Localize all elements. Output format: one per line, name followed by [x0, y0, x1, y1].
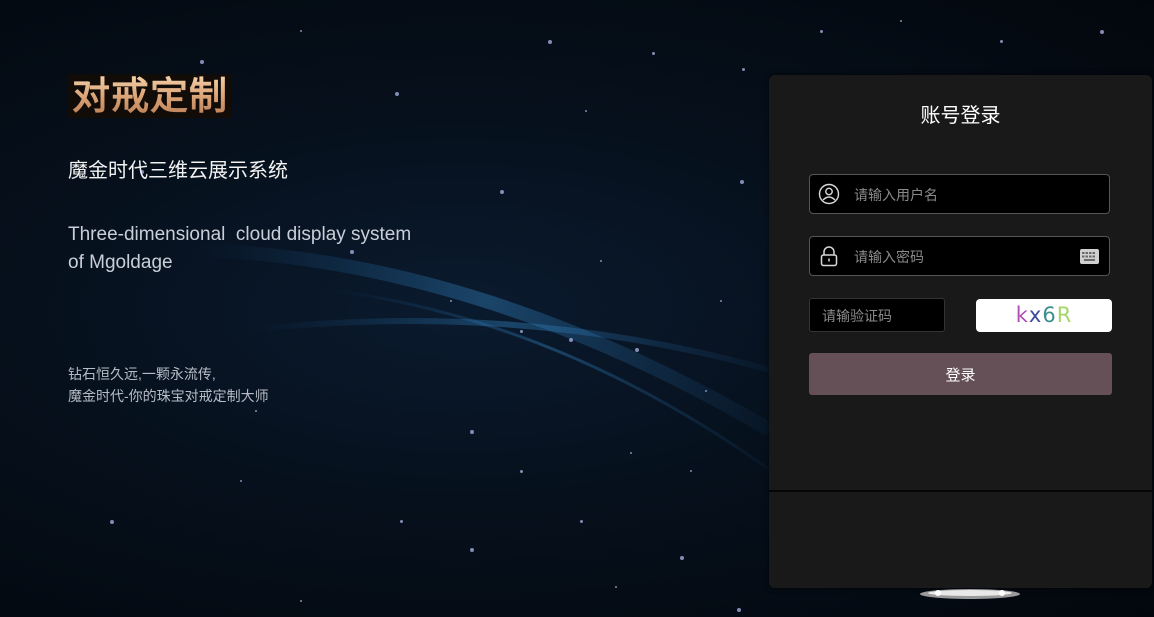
brand-logo: 对戒定制	[68, 74, 233, 118]
star-dot	[548, 40, 552, 44]
star-dot	[652, 52, 655, 55]
captcha-input[interactable]	[820, 299, 942, 333]
captcha-char: x	[1028, 303, 1043, 327]
hero-section: 对戒定制 魔金时代三维云展示系统 Three-dimensional cloud…	[68, 74, 468, 407]
star-dot	[820, 30, 823, 33]
star-dot	[240, 480, 242, 482]
slogan: 钻石恒久远,一颗永流传, 魔金时代-你的珠宝对戒定制大师	[68, 363, 468, 407]
star-dot	[500, 190, 504, 194]
username-input[interactable]	[852, 175, 1076, 215]
star-dot	[740, 180, 744, 184]
star-dot	[470, 430, 474, 434]
captcha-image[interactable]: kx6R	[976, 299, 1112, 332]
panel-divider	[769, 490, 1152, 492]
slogan-line2: 魔金时代-你的珠宝对戒定制大师	[68, 388, 269, 404]
system-subtitle: 魔金时代三维云展示系统	[68, 160, 288, 182]
star-dot	[615, 586, 617, 588]
captcha-char: 6	[1042, 303, 1057, 327]
star-dot	[680, 556, 684, 560]
password-input[interactable]	[852, 237, 1076, 277]
star-dot	[200, 60, 204, 64]
slogan-line1: 钻石恒久远,一颗永流传,	[68, 366, 216, 382]
lock-icon	[820, 246, 838, 267]
brand-logo-text: 对戒定制	[68, 74, 232, 118]
login-panel: 账号登录 kx6R 登录	[769, 75, 1152, 588]
user-icon	[818, 183, 840, 205]
star-dot	[690, 470, 692, 472]
star-dot	[470, 548, 474, 552]
star-dot	[520, 470, 523, 473]
star-dot	[742, 68, 745, 71]
english-description-line1: Three-dimensional cloud display system	[68, 224, 412, 245]
star-dot	[600, 260, 602, 262]
english-description-line2: of Mgoldage	[68, 252, 173, 273]
star-dot	[255, 410, 257, 412]
login-title: 账号登录	[920, 105, 1001, 127]
star-dot	[300, 30, 302, 32]
password-field[interactable]	[809, 236, 1110, 277]
english-description: Three-dimensional cloud display system o…	[68, 221, 438, 277]
star-dot	[1000, 40, 1003, 43]
star-dot	[635, 348, 639, 352]
star-dot	[580, 520, 583, 523]
star-dot	[400, 520, 403, 523]
keyboard-icon[interactable]	[1080, 249, 1099, 264]
star-dot	[1100, 30, 1104, 34]
username-field[interactable]	[809, 174, 1110, 215]
star-dot	[110, 520, 114, 524]
star-dot	[720, 300, 722, 302]
star-dot	[705, 390, 707, 392]
captcha-field[interactable]	[809, 298, 945, 333]
star-dot	[520, 330, 523, 333]
star-dot	[737, 608, 741, 612]
star-dot	[585, 110, 587, 112]
captcha-char: R	[1056, 303, 1073, 327]
login-button[interactable]: 登录	[809, 353, 1112, 395]
ring-jewel-decoration	[920, 589, 1020, 599]
captcha-char: k	[1015, 303, 1029, 327]
star-dot	[900, 20, 902, 22]
star-dot	[630, 452, 632, 454]
star-dot	[300, 600, 302, 602]
star-dot	[569, 338, 573, 342]
